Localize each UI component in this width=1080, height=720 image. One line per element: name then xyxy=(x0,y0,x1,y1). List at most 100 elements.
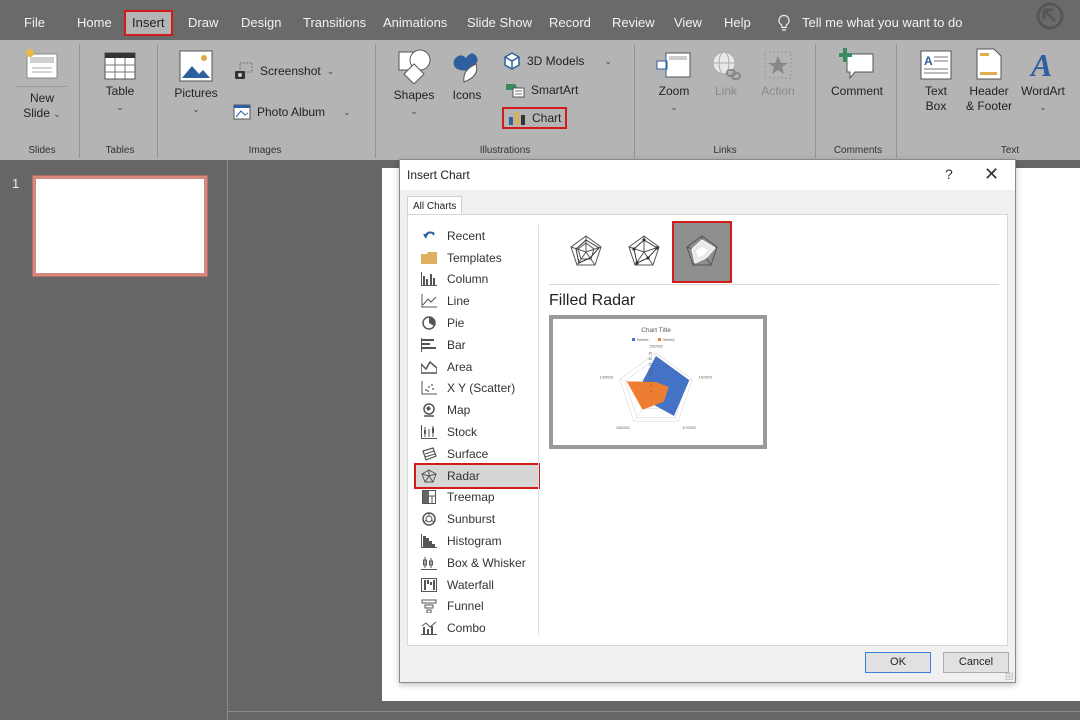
icons-icon xyxy=(453,53,478,83)
tab-help[interactable]: Help xyxy=(718,10,757,36)
tab-transitions[interactable]: Transitions xyxy=(297,10,372,36)
tab-all-charts[interactable]: All Charts xyxy=(407,196,463,215)
comment-button[interactable]: Comment xyxy=(828,48,886,99)
tab-home[interactable]: Home xyxy=(71,10,118,36)
help-button[interactable]: ? xyxy=(945,166,953,182)
chevron-down-icon: ⌄ xyxy=(604,55,612,66)
zoom-icon xyxy=(656,52,691,78)
subtype-radar-markers[interactable] xyxy=(616,223,672,281)
chart-category-line[interactable]: Line xyxy=(416,290,538,312)
sunburst-chart-icon xyxy=(420,512,438,526)
tab-animations[interactable]: Animations xyxy=(377,10,453,36)
tab-view[interactable]: View xyxy=(668,10,708,36)
chart-category-funnel[interactable]: Funnel xyxy=(416,596,538,618)
subtype-divider xyxy=(549,284,999,285)
chart-category-area[interactable]: Area xyxy=(416,356,538,378)
svg-text:A: A xyxy=(1029,48,1052,80)
shapes-button[interactable]: Shapes ⌄ xyxy=(390,48,438,119)
tab-record[interactable]: Record xyxy=(543,10,597,36)
chevron-down-icon: ⌄ xyxy=(343,106,351,117)
chart-category-recent[interactable]: Recent xyxy=(416,225,538,247)
tab-slide-show[interactable]: Slide Show xyxy=(461,10,538,36)
chart-category-map[interactable]: Map xyxy=(416,399,538,421)
header-footer-button[interactable]: Header & Footer xyxy=(962,48,1016,114)
notes-divider xyxy=(228,711,1080,712)
new-slide-icon xyxy=(26,49,58,79)
smartart-label: SmartArt xyxy=(531,83,579,97)
screenshot-label: Screenshot xyxy=(260,64,321,78)
chart-category-bar[interactable]: Bar xyxy=(416,334,538,356)
waterfall-chart-icon xyxy=(420,577,438,592)
photo-album-button[interactable]: Photo Album ⌄ xyxy=(233,104,351,120)
table-button[interactable]: Table ⌄ xyxy=(96,52,144,115)
text-box-button[interactable]: A Text Box xyxy=(914,50,958,114)
tell-me-search[interactable]: Tell me what you want to do xyxy=(776,10,962,36)
radar-tick-label: 35 xyxy=(648,352,652,356)
chart-category-combo[interactable]: Combo xyxy=(416,617,538,639)
tab-insert[interactable]: Insert xyxy=(124,10,173,36)
chart-category-label: Templates xyxy=(447,250,502,265)
header-footer-label-2: & Footer xyxy=(965,99,1013,113)
chart-button[interactable]: Chart xyxy=(502,107,568,129)
pictures-button[interactable]: Pictures ⌄ xyxy=(172,50,220,117)
chart-category-waterfall[interactable]: Waterfall xyxy=(416,574,538,596)
scatter-chart-icon xyxy=(420,381,438,395)
radar-tick-label: 25 xyxy=(648,362,652,366)
wordart-label: WordArt xyxy=(1021,84,1065,98)
subtype-filled-radar[interactable] xyxy=(672,221,732,283)
table-icon xyxy=(104,52,136,80)
pictures-icon xyxy=(179,50,213,82)
3d-models-button[interactable]: 3D Models ⌄ xyxy=(503,52,612,70)
smartart-button[interactable]: SmartArt xyxy=(505,82,578,98)
tab-review[interactable]: Review xyxy=(606,10,661,36)
lightbulb-icon xyxy=(778,14,790,31)
header-footer-icon xyxy=(976,48,1002,80)
group-label-slides: Slides xyxy=(28,145,56,156)
chart-category-stock[interactable]: Stock xyxy=(416,421,538,443)
radar-markers-subtype-icon xyxy=(628,235,660,266)
cancel-button[interactable]: Cancel xyxy=(943,652,1009,673)
chart-category-sunburst[interactable]: Sunburst xyxy=(416,508,538,530)
chart-category-x-y-scatter[interactable]: X Y (Scatter) xyxy=(416,378,538,400)
icons-button[interactable]: Icons xyxy=(446,48,488,103)
chart-category-label: Bar xyxy=(447,337,466,352)
screenshot-button[interactable]: Screenshot ⌄ xyxy=(234,62,334,80)
chart-category-label: Combo xyxy=(447,621,486,636)
selected-chart-type-title: Filled Radar xyxy=(549,292,636,309)
chart-category-histogram[interactable]: Histogram xyxy=(416,530,538,552)
insert-chart-dialog: Insert Chart ? ✕ All Charts Recent Templa… xyxy=(399,159,1016,683)
chart-category-treemap[interactable]: Treemap xyxy=(416,487,538,509)
tab-file[interactable]: File xyxy=(18,10,51,36)
slide-thumbnail[interactable] xyxy=(32,175,208,277)
subtype-radar[interactable] xyxy=(558,223,614,281)
new-slide-label-2: Slide xyxy=(23,106,50,120)
chart-category-label: Histogram xyxy=(447,534,502,549)
chart-category-list: Recent Templates Column Line Pie Bar Area X Y (… xyxy=(414,225,540,639)
action-button[interactable]: Action xyxy=(756,50,800,99)
pictures-label: Pictures xyxy=(174,86,218,100)
resize-grip[interactable] xyxy=(1005,672,1013,680)
close-button[interactable]: ✕ xyxy=(984,164,999,185)
zoom-button[interactable]: Zoom ⌄ xyxy=(652,50,696,115)
tab-draw[interactable]: Draw xyxy=(182,10,224,36)
legend-swatch xyxy=(658,338,661,341)
chart-category-radar[interactable]: Radar xyxy=(414,462,540,489)
photo-album-icon xyxy=(233,104,251,120)
chart-category-box-whisker[interactable]: Box & Whisker xyxy=(416,552,538,574)
chart-category-surface[interactable]: Surface xyxy=(416,443,538,465)
svg-text:A: A xyxy=(924,54,933,68)
chart-category-pie[interactable]: Pie xyxy=(416,312,538,334)
link-button[interactable]: Link xyxy=(704,50,748,99)
wordart-button[interactable]: A WordArt ⌄ xyxy=(1018,48,1068,115)
group-separator xyxy=(157,44,158,158)
group-label-text: Text xyxy=(1000,145,1020,156)
tab-design[interactable]: Design xyxy=(235,10,287,36)
new-slide-button[interactable]: New Slide ⌄ xyxy=(14,48,70,122)
box-whisker-chart-icon xyxy=(420,556,438,570)
screenshot-icon xyxy=(235,62,253,79)
chart-category-column[interactable]: Column xyxy=(416,269,538,291)
tell-me-text: Tell me what you want to do xyxy=(802,15,963,30)
action-star-icon xyxy=(764,51,792,79)
ok-button[interactable]: OK xyxy=(865,652,931,673)
chart-category-templates[interactable]: Templates xyxy=(416,247,538,269)
